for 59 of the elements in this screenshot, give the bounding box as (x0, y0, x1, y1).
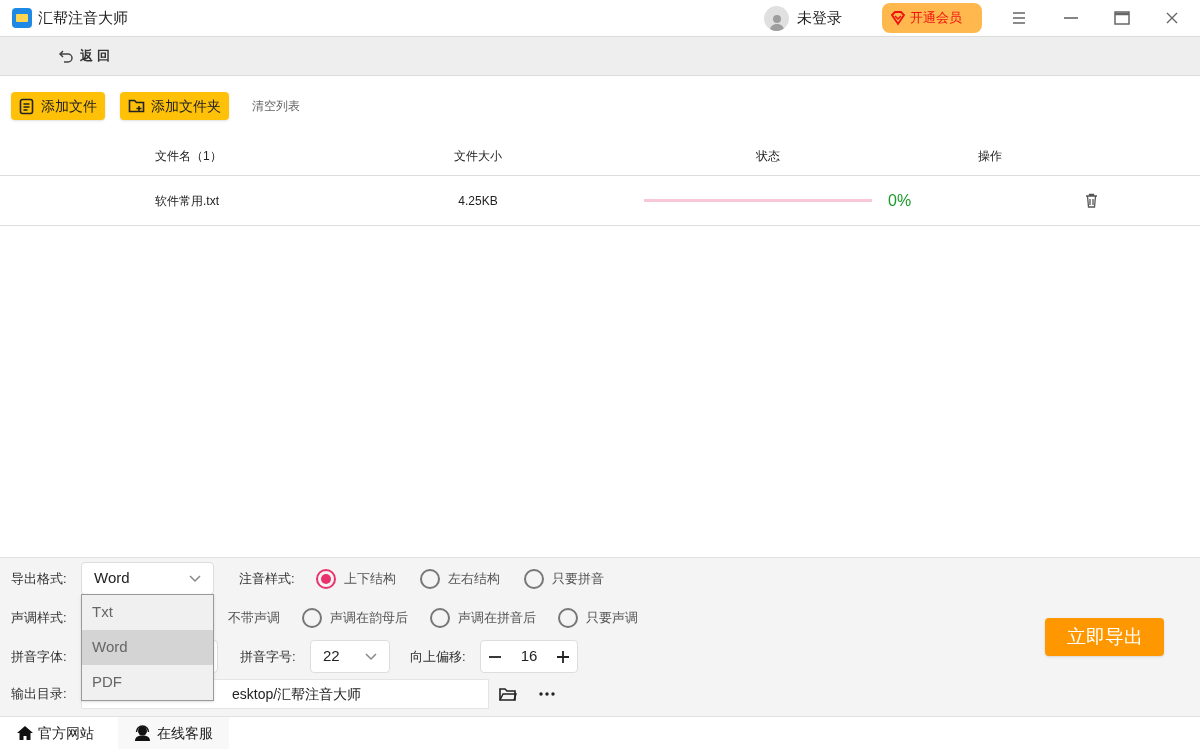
radio-button[interactable] (420, 568, 440, 589)
radio-label: 声调在韵母后 (330, 608, 408, 627)
radio-label: 只要拼音 (552, 569, 604, 588)
file-size-cell-text: 4.25KB (458, 192, 498, 210)
menu-icon[interactable] (1012, 12, 1026, 24)
back-button[interactable]: 返 回 (58, 46, 110, 66)
radio-button[interactable] (558, 607, 578, 628)
column-header: 操作 (977, 147, 1003, 165)
radio-label: 声调在拼音后 (458, 608, 536, 627)
format-select[interactable]: Word (81, 562, 214, 595)
back-arrow-icon (58, 49, 74, 63)
size-select[interactable]: 22 (310, 640, 390, 673)
window-title: 汇帮注音大师 (38, 7, 128, 28)
field-label: 拼音字号: (240, 647, 297, 666)
column-header: 状态 (756, 147, 780, 165)
login-status[interactable]: 未登录 (797, 6, 842, 30)
dropdown-option[interactable]: Word (82, 630, 213, 665)
home-icon (16, 725, 34, 741)
radio-label: 只要声调 (586, 608, 638, 627)
close-icon[interactable] (1166, 12, 1178, 24)
column-header: 文件名（1） (154, 147, 223, 165)
support-link[interactable]: 在线客服 (118, 717, 229, 749)
file-icon (19, 97, 35, 115)
plus-icon[interactable] (557, 650, 569, 663)
folder-icon[interactable] (499, 686, 517, 702)
chevron-down-icon (365, 652, 377, 661)
dropdown-option[interactable]: Txt (82, 595, 213, 630)
chevron-down-icon (189, 574, 201, 583)
field-label: 拼音字体: (11, 647, 68, 666)
radio-button[interactable] (316, 568, 336, 589)
delete-icon[interactable] (1085, 193, 1098, 208)
offset-value: 16 (520, 646, 538, 667)
radio-button[interactable] (302, 607, 322, 628)
radio-label: 上下结构 (344, 569, 396, 588)
column-header: 文件大小 (454, 147, 502, 165)
app-logo-icon (12, 8, 32, 28)
clear-list-button[interactable]: 清空列表 (252, 97, 300, 115)
radio-button[interactable] (430, 607, 450, 628)
folder-plus-icon (128, 98, 145, 114)
file-name-cell-text: 软件常用.txt (154, 192, 220, 210)
field-label: 输出目录: (11, 685, 68, 704)
minus-icon[interactable] (489, 655, 501, 658)
field-label: 声调样式: (11, 608, 68, 627)
add-file-button[interactable]: 添加文件 (11, 92, 105, 120)
add-folder-button[interactable]: 添加文件夹 (120, 92, 229, 120)
field-label: 导出格式: (11, 569, 68, 588)
more-icon[interactable] (539, 692, 555, 696)
diamond-icon (890, 10, 906, 26)
avatar-icon[interactable] (764, 5, 789, 31)
radio-label: 不带声调 (228, 608, 280, 627)
radio-label: 左右结构 (448, 569, 500, 588)
field-label: 向上偏移: (410, 647, 467, 666)
progress-percent: 0% (888, 190, 913, 211)
headset-person-icon (134, 725, 151, 741)
offset-stepper[interactable]: 16 (480, 640, 578, 673)
field-label: 注音样式: (239, 569, 296, 588)
maximize-icon[interactable] (1114, 11, 1130, 25)
radio-button[interactable] (524, 568, 544, 589)
website-link[interactable]: 官方网站 (0, 717, 118, 749)
